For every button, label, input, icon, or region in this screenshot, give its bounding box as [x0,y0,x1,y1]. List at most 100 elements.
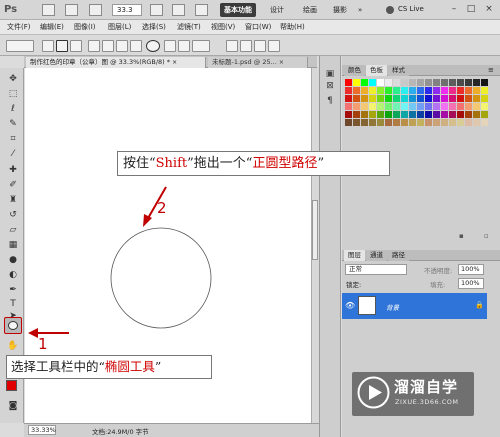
swatch-cell[interactable] [345,103,352,110]
swatch-cell[interactable] [385,103,392,110]
swatch-cell[interactable] [425,111,432,118]
ellipse-option-icon[interactable] [146,40,160,52]
minimize-button[interactable]: – [447,3,461,16]
mini-bridge-icon[interactable] [65,4,78,16]
swatch-cell[interactable] [417,87,424,94]
swatch-cell[interactable] [473,119,480,126]
swatch-cell[interactable] [465,79,472,86]
swatch-cell[interactable] [441,111,448,118]
foreground-color-swatch[interactable] [6,380,17,391]
shape-layers-icon[interactable] [42,40,54,52]
history-brush-tool-icon[interactable]: ↺ [6,209,20,222]
swatch-cell[interactable] [441,79,448,86]
swatch-cell[interactable] [457,87,464,94]
swatch-cell[interactable] [481,111,488,118]
swatch-cell[interactable] [465,103,472,110]
swatch-cell[interactable] [353,95,360,102]
path-subtract-icon[interactable] [240,40,252,52]
swatch-cell[interactable] [385,79,392,86]
swatch-cell[interactable] [377,87,384,94]
swatch-cell[interactable] [473,103,480,110]
workspace-design[interactable]: 设计 [266,3,288,17]
swatch-cell[interactable] [353,119,360,126]
swatch-cell[interactable] [369,119,376,126]
paragraph-panel-icon[interactable]: ¶ [323,95,337,107]
zoom-level-field[interactable]: 33.3 [112,4,142,16]
navigator-panel-icon[interactable]: ▣ [323,68,337,80]
menu-layer[interactable]: 图层(L) [108,22,131,33]
blur-tool-icon[interactable]: ● [6,254,20,267]
swatch-cell[interactable] [369,87,376,94]
paths-mode-icon[interactable] [56,40,68,52]
swatch-delete-icon[interactable]: ▪ [459,232,464,240]
swatch-cell[interactable] [369,79,376,86]
clone-stamp-tool-icon[interactable]: ♜ [6,194,20,207]
swatch-cell[interactable] [417,79,424,86]
swatch-cell[interactable] [433,103,440,110]
swatch-cell[interactable] [393,95,400,102]
swatch-cell[interactable] [441,119,448,126]
swatch-cell[interactable] [345,87,352,94]
rounded-rectangle-option-icon[interactable] [130,40,142,52]
swatch-cell[interactable] [481,119,488,126]
swatch-cell[interactable] [393,87,400,94]
path-exclude-icon[interactable] [268,40,280,52]
blend-mode-select[interactable]: 正常 [345,264,407,275]
swatch-cell[interactable] [385,111,392,118]
swatch-cell[interactable] [433,95,440,102]
document-tab-inactive[interactable]: 未标题-1.psd @ 25... × [208,57,308,68]
tab-swatches[interactable]: 色板 [366,65,387,76]
ellipse-tool-icon[interactable] [4,317,22,334]
panel-menu-icon[interactable]: ≡ [488,66,494,74]
menu-image[interactable]: 图像(I) [74,22,96,33]
rectangle-option-icon[interactable] [116,40,128,52]
swatch-cell[interactable] [457,79,464,86]
hand-tool-icon[interactable]: ✋ [6,340,20,353]
eraser-tool-icon[interactable]: ▱ [6,224,20,237]
swatch-cell[interactable] [377,103,384,110]
swatch-cell[interactable] [345,79,352,86]
crop-tool-icon[interactable]: ⌗ [6,133,20,146]
zoom-status-field[interactable]: 33.33% [28,425,56,435]
swatch-cell[interactable] [401,95,408,102]
workspace-essentials[interactable]: 基本功能 [220,3,256,17]
swatch-cell[interactable] [401,119,408,126]
swatch-cell[interactable] [353,87,360,94]
swatch-cell[interactable] [473,111,480,118]
swatch-cell[interactable] [457,119,464,126]
swatch-cell[interactable] [481,87,488,94]
maximize-button[interactable]: □ [464,3,478,16]
swatch-cell[interactable] [353,111,360,118]
view-extras-icon[interactable] [89,4,102,16]
swatch-cell[interactable] [441,103,448,110]
swatch-cell[interactable] [465,119,472,126]
swatch-cell[interactable] [409,87,416,94]
swatch-cell[interactable] [369,95,376,102]
swatch-cell[interactable] [449,87,456,94]
menu-help[interactable]: 帮助(H) [280,22,305,33]
swatch-cell[interactable] [425,79,432,86]
close-tab-icon[interactable]: × [279,59,284,66]
scrollbar-thumb[interactable] [312,200,318,260]
swatch-cell[interactable] [417,95,424,102]
swatch-cell[interactable] [377,79,384,86]
swatch-cell[interactable] [425,87,432,94]
brush-tool-icon[interactable]: ✐ [6,179,20,192]
swatch-cell[interactable] [449,95,456,102]
swatch-cell[interactable] [425,103,432,110]
menu-filter[interactable]: 滤镜(T) [177,22,201,33]
hand-view-icon[interactable] [150,4,163,16]
swatch-cell[interactable] [393,79,400,86]
swatch-cell[interactable] [449,111,456,118]
swatch-cell[interactable] [473,87,480,94]
swatch-cell[interactable] [433,119,440,126]
swatch-cell[interactable] [361,103,368,110]
move-tool-icon[interactable]: ✥ [6,73,20,86]
tab-color[interactable]: 颜色 [344,65,365,76]
swatch-cell[interactable] [409,79,416,86]
swatch-cell[interactable] [409,95,416,102]
swatch-cell[interactable] [401,87,408,94]
swatch-cell[interactable] [433,111,440,118]
swatch-cell[interactable] [473,79,480,86]
menu-edit[interactable]: 编辑(E) [40,22,64,33]
